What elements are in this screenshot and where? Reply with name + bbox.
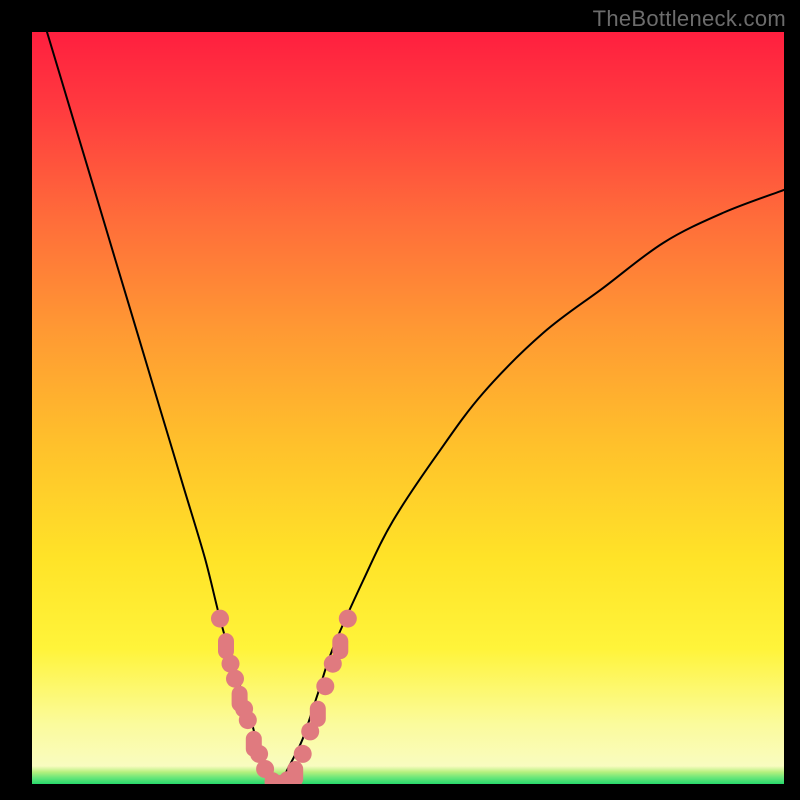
curve-layer <box>32 32 784 784</box>
curve-marker <box>310 701 326 727</box>
curve-marker <box>287 761 303 784</box>
curve-marker <box>294 745 312 763</box>
curve-marker <box>211 610 229 628</box>
plot-area <box>32 32 784 784</box>
curve-marker <box>239 711 257 729</box>
curve-markers <box>211 610 357 784</box>
curve-marker <box>316 677 334 695</box>
curve-marker <box>226 670 244 688</box>
curve-marker <box>332 633 348 659</box>
bottleneck-curve <box>47 32 784 784</box>
chart-frame: TheBottleneck.com <box>0 0 800 800</box>
curve-marker <box>339 610 357 628</box>
watermark-text: TheBottleneck.com <box>593 6 786 32</box>
